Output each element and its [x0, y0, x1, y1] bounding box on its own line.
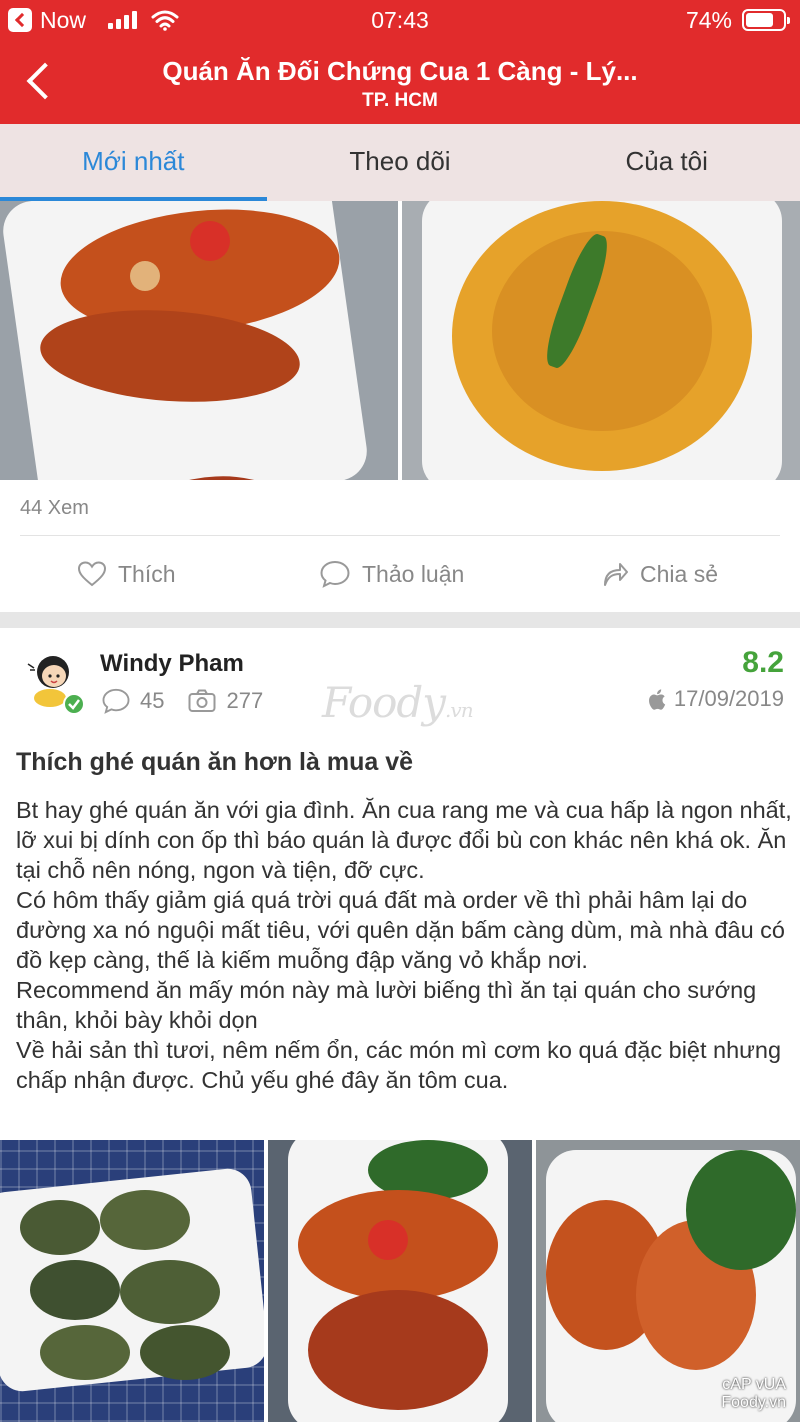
user-name[interactable]: Windy Pham	[100, 650, 244, 678]
photos-count: 277	[226, 688, 264, 713]
chili-shape	[190, 221, 230, 261]
share-button[interactable]: Chia sẻ	[602, 550, 718, 598]
page-subtitle: TP. HCM	[362, 90, 438, 111]
clam-shape	[140, 1325, 230, 1380]
like-label: Thích	[118, 560, 176, 587]
review-date: 17/09/2019	[648, 686, 784, 712]
verified-icon	[63, 693, 85, 715]
photo-watermark-line1: cAP vUA	[722, 1376, 786, 1393]
heart-icon	[78, 561, 106, 587]
action-bar: Thích Thảo luận Chia sẻ	[0, 550, 800, 598]
tab-bar: Mới nhất Theo dõi Của tôi	[0, 124, 800, 201]
section-separator	[0, 612, 800, 628]
foody-watermark: Foody.vn	[322, 678, 474, 727]
user-stats: 45 277	[102, 688, 263, 714]
comment-icon	[102, 688, 130, 714]
share-icon	[604, 563, 628, 586]
review-photo-1[interactable]	[0, 1140, 264, 1422]
photo-watermark-line2: Foody.vn	[721, 1394, 786, 1411]
review-title: Thích ghé quán ăn hơn là mua về	[16, 748, 413, 776]
page-title: Quán Ăn Đối Chứng Cua 1 Càng - Lý...	[162, 56, 638, 86]
date-text: 17/09/2019	[673, 686, 784, 711]
view-count: 44 Xem	[20, 497, 89, 519]
garlic-shape	[130, 261, 160, 291]
discuss-label: Thảo luận	[362, 560, 465, 587]
apple-icon	[648, 688, 666, 710]
nav-bar: Quán Ăn Đối Chứng Cua 1 Càng - Lý... TP.…	[0, 40, 800, 124]
clam-shape	[120, 1260, 220, 1324]
status-time: 07:43	[371, 7, 429, 33]
divider	[20, 535, 780, 536]
review-photo-2[interactable]	[268, 1140, 532, 1422]
tab-mine[interactable]: Của tôi	[533, 124, 800, 201]
battery-icon	[742, 9, 790, 31]
like-button[interactable]: Thích	[78, 550, 176, 598]
camera-icon	[188, 689, 216, 712]
tab-newest[interactable]: Mới nhất	[0, 124, 267, 201]
crab-shape	[308, 1290, 488, 1410]
watermark-text: Foody	[322, 678, 446, 727]
status-bar: Now 07:43 74%	[0, 0, 800, 40]
clam-shape	[100, 1190, 190, 1250]
share-label: Chia sẻ	[640, 560, 718, 587]
review-photo-3[interactable]: cAP vUA Foody.vn	[536, 1140, 800, 1422]
battery-fill	[746, 13, 773, 27]
battery-percent: 74%	[685, 6, 732, 33]
review-body: Bt hay ghé quán ăn với gia đình. Ăn cua …	[16, 797, 792, 1093]
clam-shape	[20, 1200, 100, 1255]
status-right: 74%	[685, 6, 790, 34]
comment-icon	[320, 560, 350, 588]
comments-count: 45	[140, 688, 165, 713]
post-photo-2[interactable]	[402, 201, 800, 480]
watermark-suffix: .vn	[445, 698, 474, 722]
photo-watermark: cAP vUA Foody.vn	[721, 1376, 786, 1412]
chili-shape	[368, 1220, 408, 1260]
avatar[interactable]	[20, 650, 86, 716]
herb-shape	[686, 1150, 796, 1270]
tab-following[interactable]: Theo dõi	[267, 124, 534, 201]
clam-shape	[40, 1325, 130, 1380]
post-photo-1[interactable]	[0, 201, 398, 480]
review-score: 8.2	[742, 646, 784, 679]
clam-shape	[30, 1260, 120, 1320]
avatar-image	[27, 656, 85, 715]
discuss-button[interactable]: Thảo luận	[320, 550, 464, 598]
